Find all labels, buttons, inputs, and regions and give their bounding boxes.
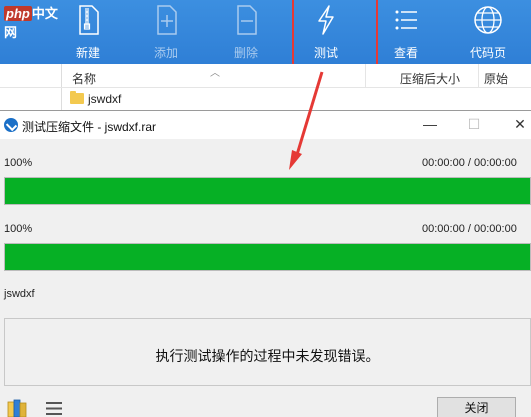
progress-percent-2: 100% xyxy=(4,223,33,235)
folder-icon xyxy=(70,91,84,104)
maximize-button: ☐ xyxy=(467,116,481,132)
result-message-box: 执行测试操作的过程中未发现错误。 xyxy=(4,318,531,386)
toolbar-button-codepage[interactable]: 代码页 xyxy=(462,0,514,64)
sort-ascending-icon: ︿ xyxy=(210,68,220,79)
toolbar-button-delete[interactable]: 删除 xyxy=(220,0,272,64)
app-icon xyxy=(4,118,18,132)
column-divider[interactable] xyxy=(478,64,479,88)
toolbar-codepage-label: 代码页 xyxy=(469,46,506,60)
toolbar-button-add[interactable]: 添加 xyxy=(140,0,192,64)
progress-time-2: 00:00:00 / 00:00:00 xyxy=(422,223,517,235)
main-toolbar: php中文网 E 新建 添加 删除 xyxy=(0,0,531,72)
column-divider[interactable] xyxy=(365,64,366,88)
test-archive-dialog: 测试压缩文件 - jswdxf.rar — ☐ ✕ 100% 00:00:00 … xyxy=(0,110,531,417)
delete-file-icon xyxy=(237,5,257,35)
file-list: 名称 ︿ 压缩后大小 原始 jswdxf xyxy=(0,64,531,110)
globe-icon xyxy=(474,6,502,34)
archive-books-icon[interactable] xyxy=(7,399,27,417)
toolbar-add-label: 添加 xyxy=(153,46,178,60)
dialog-titlebar: 测试压缩文件 - jswdxf.rar — ☐ ✕ xyxy=(0,111,531,139)
toolbar-new-label: 新建 xyxy=(75,46,100,60)
column-compressed-size[interactable]: 压缩后大小 xyxy=(400,70,460,87)
brand-php: php xyxy=(4,6,32,21)
progress-time-1: 00:00:00 / 00:00:00 xyxy=(422,157,517,169)
close-window-button[interactable]: ✕ xyxy=(506,113,531,135)
column-original[interactable]: 原始 xyxy=(484,70,508,87)
progress-bar-2-fill xyxy=(5,244,530,270)
toolbar-button-partial[interactable]: E xyxy=(0,0,6,64)
toolbar-view-label: 查看 xyxy=(393,46,418,60)
progress-bar-1 xyxy=(4,177,531,205)
progress-bar-1-fill xyxy=(5,178,530,204)
current-item-label: jswdxf xyxy=(4,288,35,300)
add-file-icon xyxy=(157,5,177,35)
screen: php中文网 E 新建 添加 删除 xyxy=(0,0,531,417)
list-item[interactable]: jswdxf xyxy=(70,91,122,110)
dialog-title: 测试压缩文件 - jswdxf.rar xyxy=(22,120,157,134)
file-list-header: 名称 ︿ 压缩后大小 原始 xyxy=(0,64,531,88)
progress-percent-1: 100% xyxy=(4,157,33,169)
new-archive-icon xyxy=(79,5,99,35)
list-item-name: jswdxf xyxy=(88,92,122,106)
progress-bar-2 xyxy=(4,243,531,271)
toolbar-button-view[interactable]: 查看 xyxy=(380,0,432,64)
menu-icon[interactable] xyxy=(45,401,63,416)
toolbar-partial-label: E xyxy=(0,44,6,58)
toolbar-delete-label: 删除 xyxy=(233,46,258,60)
list-view-icon xyxy=(395,10,417,30)
minimize-button[interactable]: — xyxy=(416,113,444,135)
column-name[interactable]: 名称 xyxy=(72,70,96,87)
result-message: 执行测试操作的过程中未发现错误。 xyxy=(155,348,380,364)
brand-watermark: php 中文网 xyxy=(0,0,60,40)
annotation-highlight-box xyxy=(292,0,378,72)
toolbar-button-new[interactable]: 新建 xyxy=(62,0,114,64)
close-button[interactable]: 关闭 xyxy=(437,397,516,417)
